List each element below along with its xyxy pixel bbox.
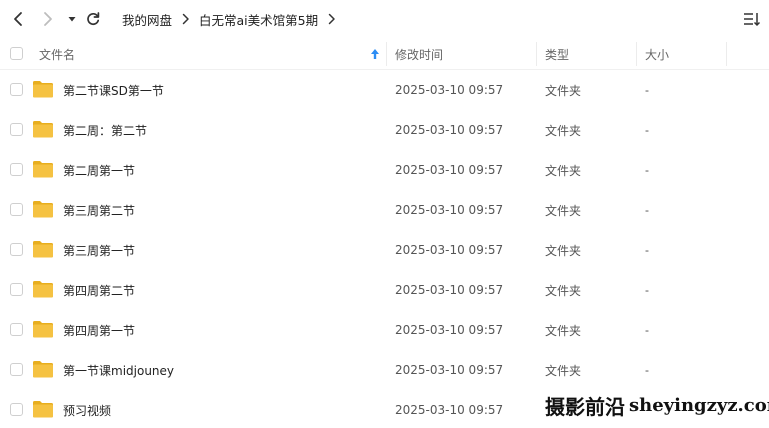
breadcrumb-item-folder[interactable]: 白无常ai美术馆第5期 [199,10,318,29]
file-size: - [645,323,649,337]
select-all-checkbox[interactable] [10,47,23,60]
folder-icon [33,201,53,218]
file-size: - [645,83,649,97]
sort-options-button[interactable] [743,10,761,28]
row-checkbox[interactable] [10,283,23,296]
chevron-right-icon [182,13,190,25]
row-checkbox[interactable] [10,203,23,216]
row-checkbox[interactable] [10,123,23,136]
file-size: - [645,123,649,137]
file-modified-time: 2025-03-10 09:57 [395,283,504,297]
watermark-latin: sheyingzyz.com [629,394,769,416]
column-header-name[interactable]: 文件名 [39,38,75,70]
row-checkbox[interactable] [10,83,23,96]
table-row[interactable]: 第四周第二节 2025-03-10 09:57 文件夹 - [0,270,769,310]
forward-button[interactable] [37,8,59,30]
file-name[interactable]: 第三周第二节 [63,190,135,230]
row-checkbox[interactable] [10,163,23,176]
column-divider[interactable] [726,42,727,66]
file-modified-time: 2025-03-10 09:57 [395,403,504,417]
folder-icon [33,281,53,298]
column-divider[interactable] [536,42,537,66]
refresh-icon [87,12,100,25]
row-checkbox[interactable] [10,363,23,376]
caret-down-icon [68,17,76,22]
file-name[interactable]: 预习视频 [63,390,111,428]
table-row[interactable]: 第三周第一节 2025-03-10 09:57 文件夹 - [0,230,769,270]
column-header-type[interactable]: 类型 [545,38,569,70]
file-name[interactable]: 第四周第一节 [63,310,135,350]
chevron-right-icon [44,12,52,26]
file-type: 文件夹 [545,83,582,98]
folder-icon [33,361,53,378]
folder-icon [33,241,53,258]
file-type: 文件夹 [545,283,582,298]
file-name[interactable]: 第二周第一节 [63,150,135,190]
table-row[interactable]: 第二周第一节 2025-03-10 09:57 文件夹 - [0,150,769,190]
arrow-up-icon [370,38,384,70]
folder-icon [33,321,53,338]
table-row[interactable]: 第二周：第二节 2025-03-10 09:57 文件夹 - [0,110,769,150]
file-type: 文件夹 [545,203,582,218]
chevron-right-icon [328,13,336,25]
table-row[interactable]: 第四周第一节 2025-03-10 09:57 文件夹 - [0,310,769,350]
file-modified-time: 2025-03-10 09:57 [395,203,504,217]
row-checkbox[interactable] [10,403,23,416]
breadcrumb: 我的网盘 白无常ai美术馆第5期 [122,10,345,28]
chevron-left-icon [14,12,22,26]
file-size: - [645,203,649,217]
file-type: 文件夹 [545,163,582,178]
sort-list-icon [744,13,761,27]
back-button[interactable] [7,8,29,30]
table-row[interactable]: 第二节课SD第一节 2025-03-10 09:57 文件夹 - [0,70,769,110]
history-dropdown-button[interactable] [61,8,83,30]
file-type: 文件夹 [545,123,582,138]
file-size: - [645,163,649,177]
folder-icon [33,401,53,418]
watermark-cn: 摄影前沿 [545,394,625,419]
table-row[interactable]: 第三周第二节 2025-03-10 09:57 文件夹 - [0,190,769,230]
row-checkbox[interactable] [10,323,23,336]
column-divider[interactable] [636,42,637,66]
file-type: 文件夹 [545,323,582,338]
file-modified-time: 2025-03-10 09:57 [395,243,504,257]
file-size: - [645,363,649,377]
file-modified-time: 2025-03-10 09:57 [395,323,504,337]
column-header-size[interactable]: 大小 [645,38,669,70]
file-modified-time: 2025-03-10 09:57 [395,163,504,177]
file-name[interactable]: 第二节课SD第一节 [63,70,164,110]
column-divider[interactable] [386,42,387,66]
toolbar: 我的网盘 白无常ai美术馆第5期 [0,0,769,38]
file-name[interactable]: 第四周第二节 [63,270,135,310]
watermark: 摄影前沿 sheyingzyz.com [545,388,769,422]
folder-icon [33,121,53,138]
file-modified-time: 2025-03-10 09:57 [395,123,504,137]
file-size: - [645,283,649,297]
file-name[interactable]: 第一节课midjouney [63,350,174,390]
folder-icon [33,81,53,98]
file-modified-time: 2025-03-10 09:57 [395,363,504,377]
breadcrumb-item-root[interactable]: 我的网盘 [122,10,172,29]
file-modified-time: 2025-03-10 09:57 [395,83,504,97]
refresh-button[interactable] [82,8,104,30]
column-header-modified[interactable]: 修改时间 [395,38,443,70]
folder-icon [33,161,53,178]
file-name[interactable]: 第三周第一节 [63,230,135,270]
file-name[interactable]: 第二周：第二节 [63,110,147,150]
file-type: 文件夹 [545,363,582,378]
file-list-header: 文件名 修改时间 类型 大小 [0,38,769,70]
file-size: - [645,243,649,257]
file-type: 文件夹 [545,243,582,258]
table-row[interactable]: 第一节课midjouney 2025-03-10 09:57 文件夹 - [0,350,769,390]
row-checkbox[interactable] [10,243,23,256]
